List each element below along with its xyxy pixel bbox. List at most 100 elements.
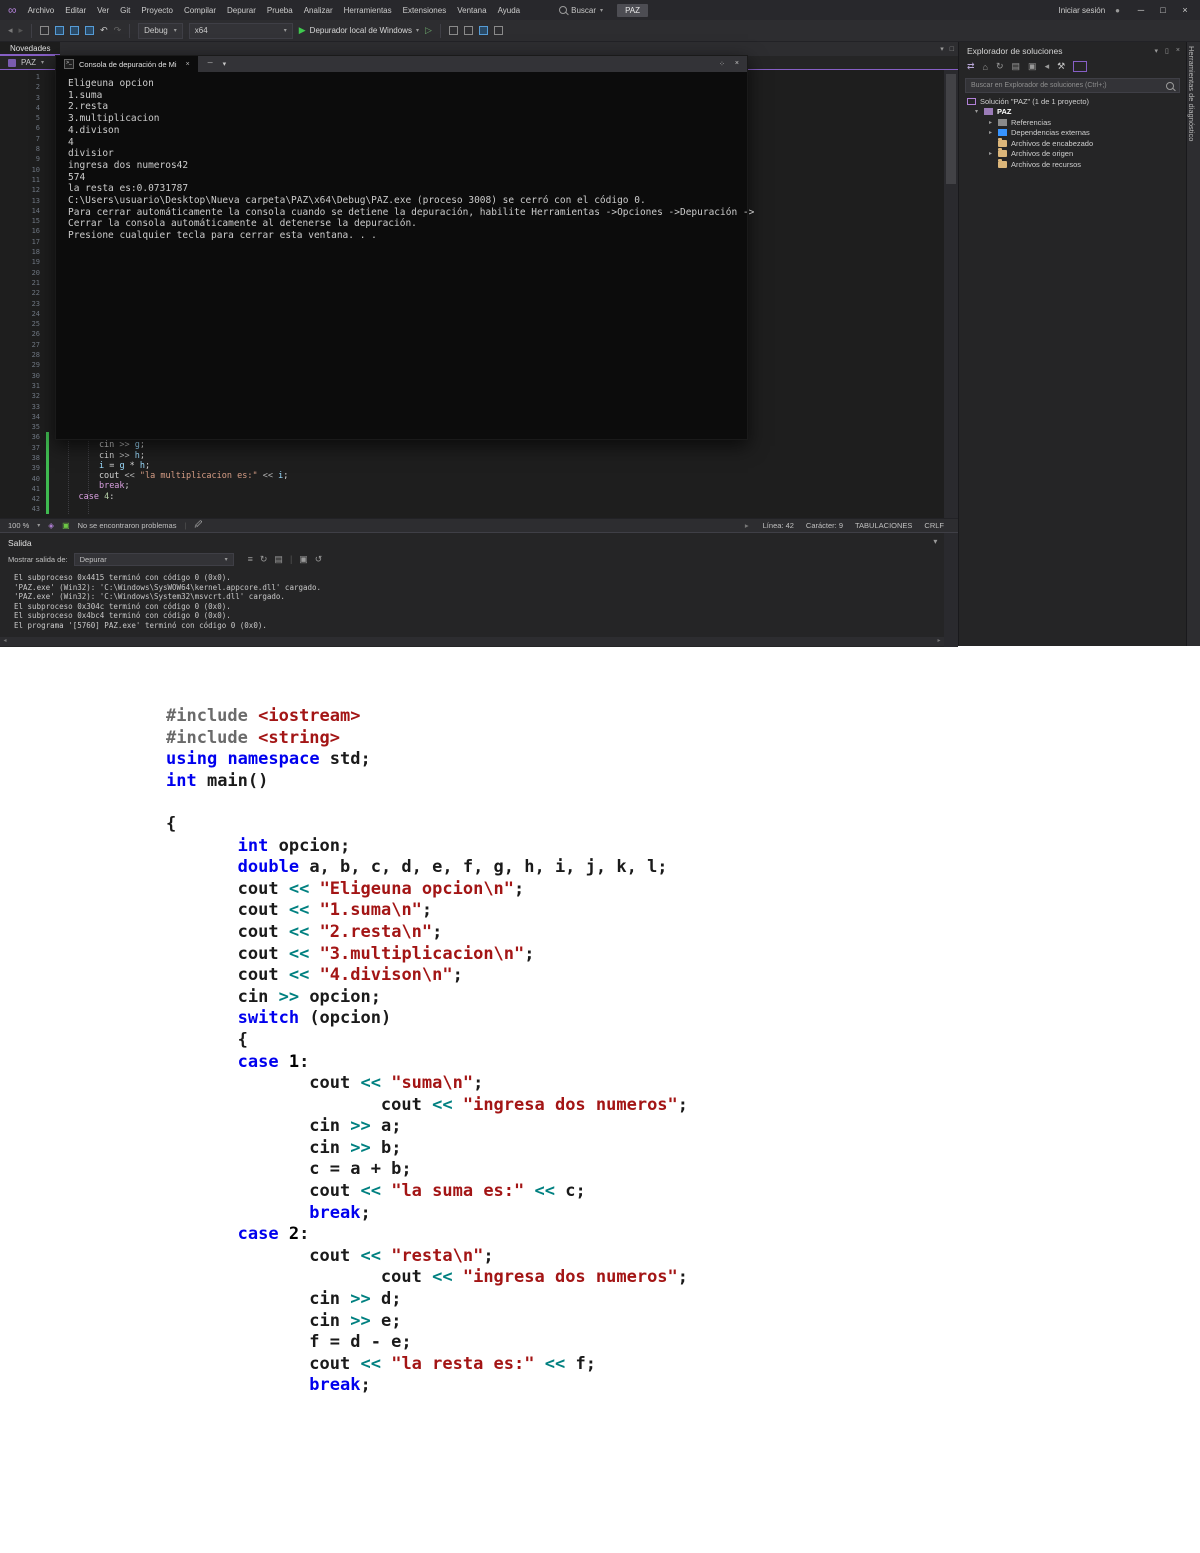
properties-icon[interactable]: ⚒ xyxy=(1057,61,1065,72)
menu-ver[interactable]: Ver xyxy=(92,4,114,17)
status-segment[interactable]: Carácter: 9 xyxy=(800,521,849,530)
home-icon[interactable]: ⌂ xyxy=(983,62,988,72)
refresh-icon[interactable]: ↻ xyxy=(996,61,1004,72)
pencil-icon[interactable]: 🖉 xyxy=(194,519,202,532)
preview-icon[interactable] xyxy=(1073,61,1087,72)
minimize-button[interactable]: ─ xyxy=(1130,0,1152,20)
project-icon xyxy=(8,59,16,67)
chevron-right-icon[interactable]: ▸ xyxy=(987,129,994,136)
output-vertical-scrollbar[interactable] xyxy=(944,533,958,647)
start-without-debugging-icon[interactable]: ▷ xyxy=(425,25,432,36)
console-tab-close-icon[interactable]: × xyxy=(186,61,190,68)
start-debugging-button[interactable]: ▶ Depurador local de Windows ▾ xyxy=(299,25,419,36)
show-all-files-icon[interactable]: ▣ xyxy=(1028,61,1037,72)
collapse-all-icon[interactable]: ▤ xyxy=(1012,61,1021,72)
toolbar-icon[interactable] xyxy=(449,26,458,35)
output-panel-title[interactable]: Salida xyxy=(8,538,32,548)
panel-pin-icon[interactable]: ▯ xyxy=(1165,47,1169,55)
tree-item-archivos-de-encabezado[interactable]: Archivos de encabezado xyxy=(959,138,1186,149)
status-segment[interactable]: TABULACIONES xyxy=(849,521,918,530)
navigate-back-icon[interactable]: ◂ xyxy=(8,25,13,36)
console-dropdown-icon[interactable]: ▾ xyxy=(223,60,227,68)
console-minimize-icon[interactable]: ─ xyxy=(208,60,213,68)
panel-chevron-icon[interactable]: ▾ xyxy=(1155,47,1159,55)
menu-analizar[interactable]: Analizar xyxy=(299,4,338,17)
navigation-project[interactable]: PAZ xyxy=(21,58,36,67)
status-segment[interactable]: Línea: 42 xyxy=(757,521,800,530)
search-box[interactable]: Buscar ▾ xyxy=(559,6,603,15)
console-layout-icon[interactable]: ⁘ xyxy=(719,60,725,68)
tree-item-dependencias-externas[interactable]: ▸Dependencias externas xyxy=(959,128,1186,139)
solution-explorer-search[interactable]: Buscar en Explorador de soluciones (Ctrl… xyxy=(965,78,1180,93)
solution-root-row[interactable]: Solución "PAZ" (1 de 1 proyecto) xyxy=(959,96,1186,107)
menu-ayuda[interactable]: Ayuda xyxy=(493,4,526,17)
chevron-down-icon[interactable]: ▾ xyxy=(973,108,980,115)
zoom-level[interactable]: 100 % xyxy=(8,521,29,530)
split-window-icon[interactable]: □ xyxy=(950,46,954,53)
menu-compilar[interactable]: Compilar xyxy=(179,4,221,17)
save-icon[interactable] xyxy=(70,26,79,35)
menu-git[interactable]: Git xyxy=(115,4,135,17)
tree-item-archivos-de-origen[interactable]: ▸Archivos de origen xyxy=(959,149,1186,160)
output-icon-pin[interactable]: ▣ xyxy=(299,554,308,565)
configuration-dropdown[interactable]: Debug▾ xyxy=(138,23,183,39)
output-icon-expand[interactable]: ↺ xyxy=(315,554,323,565)
scroll-left-icon[interactable]: ◂ xyxy=(0,637,10,646)
platform-dropdown[interactable]: x64▾ xyxy=(189,23,293,39)
menu-ventana[interactable]: Ventana xyxy=(452,4,491,17)
new-project-icon[interactable] xyxy=(40,26,49,35)
diagnostics-tool-tab[interactable]: Herramientas de diagnóstico xyxy=(1187,46,1196,141)
toolbar-icon[interactable] xyxy=(479,26,488,35)
run-marker-icon: ▸ xyxy=(745,521,749,530)
solution-name-badge[interactable]: PAZ xyxy=(617,4,648,17)
menu-proyecto[interactable]: Proyecto xyxy=(136,4,178,17)
undo-icon[interactable]: ↶ xyxy=(100,25,108,36)
problems-status[interactable]: No se encontraron problemas xyxy=(78,521,177,530)
panel-chevron-icon[interactable]: ▾ xyxy=(933,537,937,546)
menu-prueba[interactable]: Prueba xyxy=(262,4,298,17)
back-icon[interactable]: ◂ xyxy=(1045,61,1050,72)
toolbar-icon[interactable] xyxy=(464,26,473,35)
folder-icon xyxy=(998,140,1007,147)
output-icon-clear[interactable]: ▤ xyxy=(274,554,283,565)
chevron-right-icon[interactable]: ▸ xyxy=(987,119,994,126)
chevron-right-icon[interactable]: ▸ xyxy=(987,150,994,157)
switch-views-icon[interactable]: ⇄ xyxy=(967,61,975,72)
code-line: { xyxy=(166,1030,688,1052)
menu-archivo[interactable]: Archivo xyxy=(23,4,60,17)
scrollbar-thumb[interactable] xyxy=(946,74,956,184)
menu-depurar[interactable]: Depurar xyxy=(222,4,261,17)
redo-icon[interactable]: ↷ xyxy=(114,25,122,36)
open-file-icon[interactable] xyxy=(55,26,64,35)
panel-close-icon[interactable]: × xyxy=(1176,47,1180,55)
sign-in-link[interactable]: Iniciar sesión xyxy=(1058,6,1105,15)
restore-button[interactable]: □ xyxy=(1152,0,1174,20)
tab-novedades[interactable]: Novedades xyxy=(0,42,60,56)
tab-list-chevron-icon[interactable]: ▾ xyxy=(940,45,944,53)
close-button[interactable]: × xyxy=(1174,0,1196,20)
console-close-icon[interactable]: × xyxy=(735,60,739,68)
scroll-right-icon[interactable]: ▸ xyxy=(934,637,944,646)
live-share-icon[interactable]: ◈ xyxy=(48,521,54,530)
toolbar-icon[interactable] xyxy=(494,26,503,35)
output-icon-list[interactable]: ≡ xyxy=(248,554,253,565)
debug-console-window[interactable]: >_ Consola de depuración de Mi × ─ ▾ ⁘ ×… xyxy=(55,55,748,440)
console-line: Eligeuna opcion xyxy=(68,78,747,90)
editor-vertical-scrollbar[interactable] xyxy=(944,70,958,518)
menu-extensiones[interactable]: Extensiones xyxy=(398,4,452,17)
output-icon-wrap[interactable]: ↻ xyxy=(260,554,268,565)
tree-item-archivos-de-recursos[interactable]: Archivos de recursos xyxy=(959,159,1186,170)
main-area: Novedades ▾ □ PAZ ▾ 12345678910111213141… xyxy=(0,42,1200,646)
screenshot-page: ∞ ArchivoEditarVerGitProyectoCompilarDep… xyxy=(0,0,1200,1553)
navigate-forward-icon[interactable]: ▸ xyxy=(19,25,24,36)
output-horizontal-scrollbar[interactable]: ◂ ▸ xyxy=(0,637,944,646)
code-line: i = g * h; xyxy=(58,461,288,471)
menu-editar[interactable]: Editar xyxy=(60,4,91,17)
project-row[interactable]: ▾ PAZ xyxy=(959,107,1186,118)
save-all-icon[interactable] xyxy=(85,26,94,35)
status-segment[interactable]: CRLF xyxy=(918,521,950,530)
console-tab[interactable]: >_ Consola de depuración de Mi × xyxy=(56,56,198,72)
tree-item-referencias[interactable]: ▸Referencias xyxy=(959,117,1186,128)
menu-herramientas[interactable]: Herramientas xyxy=(339,4,397,17)
output-source-dropdown[interactable]: Depurar▾ xyxy=(74,553,234,566)
